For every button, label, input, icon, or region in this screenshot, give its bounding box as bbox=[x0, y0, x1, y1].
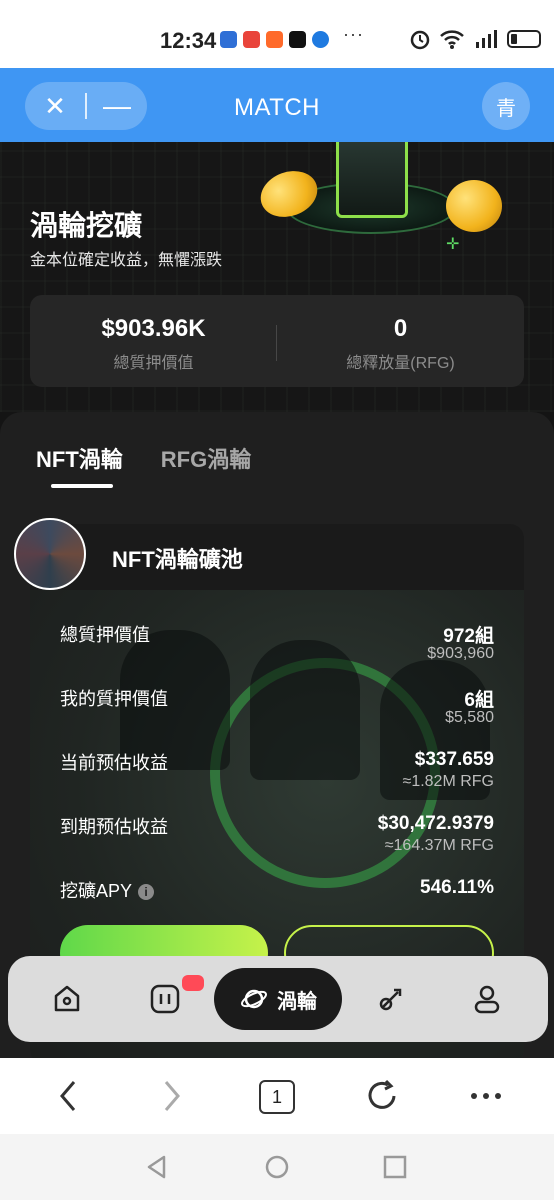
device-illustration bbox=[336, 142, 408, 218]
row-label: 挖礦APY i bbox=[60, 877, 155, 903]
more-notifications-icon: ··· bbox=[343, 24, 364, 44]
row-value: $337.659 bbox=[414, 749, 494, 770]
pool-title: NFT渦輪礦池 bbox=[112, 547, 243, 572]
qq-icon bbox=[289, 31, 306, 48]
planet-icon bbox=[241, 989, 267, 1009]
row-label: 總質押價值 bbox=[60, 625, 150, 645]
app-notification-icon bbox=[220, 31, 237, 48]
row-subvalue: $903,960 bbox=[427, 645, 494, 662]
hero-title: 渦輪挖礦 bbox=[30, 210, 143, 241]
app-notification-icon bbox=[312, 31, 329, 48]
tab-count-button[interactable]: 1 bbox=[259, 1080, 295, 1114]
page-title: MATCH bbox=[233, 94, 321, 121]
status-time: 12:34 bbox=[160, 28, 217, 53]
wifi-icon bbox=[440, 30, 464, 49]
system-navigation bbox=[0, 1134, 554, 1200]
row-subvalue: $5,580 bbox=[445, 709, 494, 726]
alarm-icon bbox=[410, 30, 430, 50]
pool-row-maturity-earnings: 到期预估收益 $30,472.9379 ≈164.37M RFG bbox=[60, 813, 494, 861]
app-header: ✕ — MATCH 青 bbox=[0, 68, 554, 142]
pool-row-my-staked: 我的質押價值 6組 $5,580 bbox=[60, 685, 494, 733]
hero-section: ✛ 渦輪挖礦 金本位確定收益，無懼漲跌 $903.96K 總質押價值 0 總釋放… bbox=[0, 142, 554, 412]
browser-toolbar: 1 bbox=[0, 1058, 554, 1134]
system-home-icon[interactable] bbox=[264, 1154, 290, 1180]
info-icon[interactable]: i bbox=[138, 884, 155, 900]
bottom-nav: 渦輪 bbox=[8, 956, 548, 1042]
user-avatar-button[interactable]: 青 bbox=[482, 82, 530, 130]
back-icon[interactable] bbox=[56, 1078, 80, 1114]
battery-icon bbox=[507, 30, 541, 48]
total-released-stat: 0 總釋放量(RFG) bbox=[277, 315, 524, 373]
hero-subtitle: 金本位確定收益，無懼漲跌 bbox=[30, 252, 223, 269]
row-subvalue: ≈1.82M RFG bbox=[402, 773, 494, 790]
notification-icons bbox=[220, 31, 329, 48]
chart-icon[interactable] bbox=[148, 982, 182, 1016]
total-staked-stat: $903.96K 總質押價值 bbox=[30, 315, 277, 373]
row-label: 当前预估收益 bbox=[60, 753, 168, 773]
forward-icon[interactable] bbox=[160, 1078, 184, 1114]
app-notification-icon bbox=[243, 31, 260, 48]
nav-active-label: 渦輪 bbox=[277, 990, 317, 1013]
refresh-icon[interactable] bbox=[364, 1078, 400, 1114]
coin-illustration bbox=[446, 180, 502, 232]
pool-avatar bbox=[14, 518, 86, 590]
system-status-icons bbox=[408, 28, 541, 50]
tab-rfg-turbo[interactable]: RFG渦輪 bbox=[161, 442, 251, 474]
pool-row-total-staked: 總質押價值 972組 $903,960 bbox=[60, 621, 494, 669]
home-icon[interactable] bbox=[50, 982, 84, 1016]
system-back-icon[interactable] bbox=[144, 1154, 170, 1180]
stat-value: $903.96K bbox=[101, 315, 206, 342]
row-label: 到期预估收益 bbox=[60, 817, 168, 837]
more-icon[interactable] bbox=[468, 1078, 504, 1114]
tab-nft-turbo[interactable]: NFT渦輪 bbox=[36, 442, 123, 474]
row-value: $30,472.9379 bbox=[377, 813, 494, 834]
row-value: 6組 bbox=[464, 690, 494, 711]
row-value: 972組 bbox=[443, 626, 494, 647]
nav-item-turbo[interactable]: 渦輪 bbox=[214, 968, 342, 1030]
row-subvalue: ≈164.37M RFG bbox=[384, 837, 494, 854]
active-tab-indicator bbox=[51, 484, 113, 488]
signal-icon bbox=[476, 30, 497, 48]
row-value: 546.11% bbox=[420, 877, 494, 898]
sparkle-icon: ✛ bbox=[446, 236, 460, 253]
stat-label: 總釋放量(RFG) bbox=[346, 355, 455, 372]
system-recents-icon[interactable] bbox=[382, 1154, 408, 1180]
pool-card-header bbox=[30, 524, 524, 590]
user-icon[interactable] bbox=[470, 982, 504, 1016]
apy-label: 挖礦APY bbox=[60, 881, 133, 901]
row-label: 我的質押價值 bbox=[60, 689, 168, 709]
turbo-tabs: NFT渦輪 RFG渦輪 bbox=[36, 442, 251, 474]
notification-badge bbox=[182, 975, 204, 991]
app-notification-icon bbox=[266, 31, 283, 48]
stat-label: 總質押價值 bbox=[113, 355, 194, 372]
pool-row-apy: 挖礦APY i 546.11% bbox=[60, 877, 494, 903]
rocket-icon[interactable] bbox=[374, 982, 408, 1016]
stat-value: 0 bbox=[393, 315, 408, 342]
summary-stats-card: $903.96K 總質押價值 0 總釋放量(RFG) bbox=[30, 295, 524, 387]
pool-row-current-earnings: 当前预估收益 $337.659 ≈1.82M RFG bbox=[60, 749, 494, 797]
